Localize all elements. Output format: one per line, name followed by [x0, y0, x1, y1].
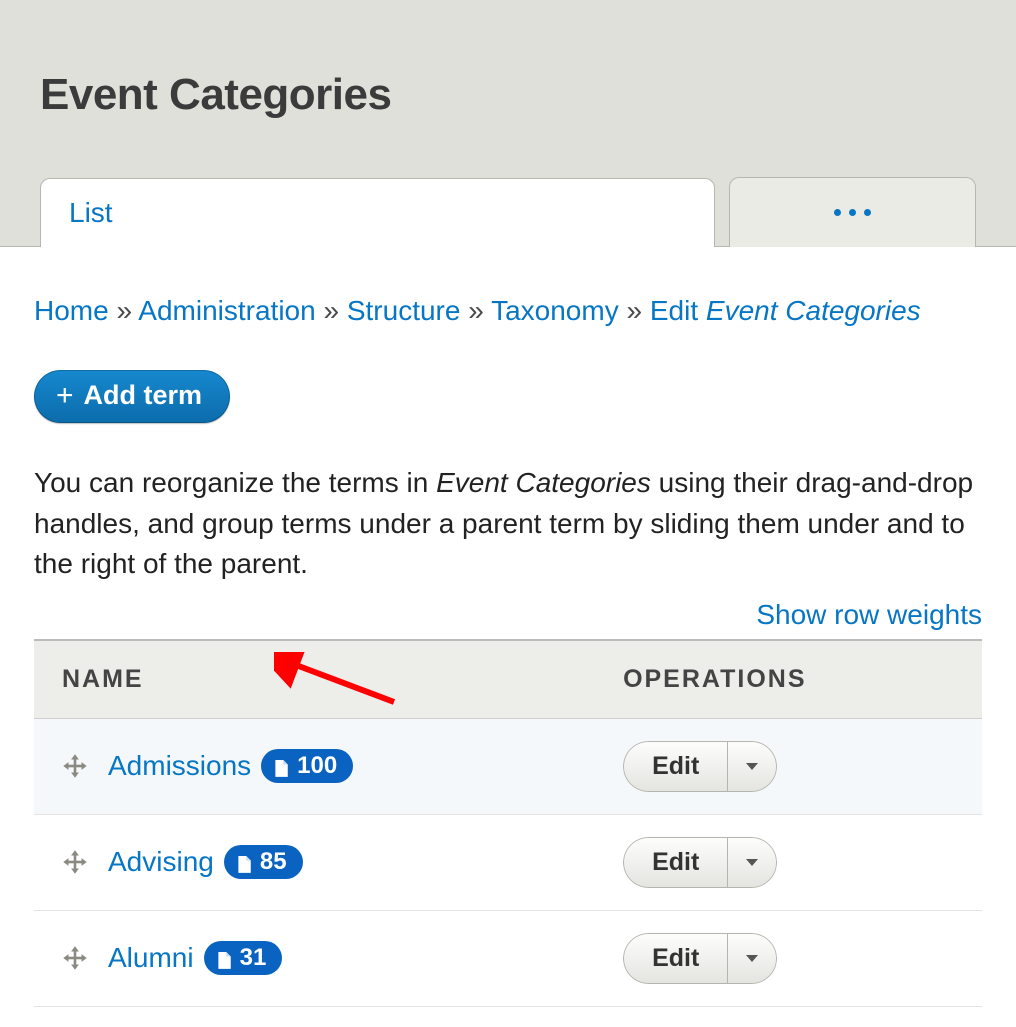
- operations-dropdown-toggle[interactable]: [727, 837, 777, 888]
- help-text: You can reorganize the terms in Event Ca…: [34, 463, 982, 585]
- term-link[interactable]: Alumni: [108, 942, 194, 973]
- breadcrumb-home[interactable]: Home: [34, 295, 109, 326]
- table-row: Admissions 100 Edit: [34, 718, 982, 814]
- file-icon: [236, 853, 252, 871]
- operations-dropdown-toggle[interactable]: [727, 741, 777, 792]
- breadcrumb-current[interactable]: Edit Event Categories: [650, 295, 921, 326]
- ellipsis-icon: [834, 209, 871, 216]
- cell-operations: Edit: [595, 910, 982, 1006]
- cell-name: Alumni 31: [34, 910, 595, 1006]
- edit-button[interactable]: Edit: [623, 837, 727, 888]
- column-operations: OPERATIONS: [595, 640, 982, 719]
- count-badge: 85: [224, 845, 303, 879]
- drag-handle-icon[interactable]: [62, 753, 88, 779]
- help-pre: You can reorganize the terms in: [34, 467, 436, 498]
- tab-list[interactable]: List: [40, 178, 715, 247]
- chevron-down-icon: [746, 859, 758, 866]
- operations-button-group: Edit: [623, 741, 777, 792]
- chevron-down-icon: [746, 955, 758, 962]
- operations-button-group: Edit: [623, 837, 777, 888]
- cell-operations: Edit: [595, 814, 982, 910]
- breadcrumb-sep: »: [468, 295, 484, 326]
- terms-table: NAME OPERATIONS Admissions100EditAdvisin…: [34, 639, 982, 1007]
- breadcrumb-sep: »: [116, 295, 132, 326]
- breadcrumb-current-prefix: Edit: [650, 295, 698, 326]
- page-header: Event Categories List: [0, 0, 1016, 247]
- count-badge: 31: [204, 941, 283, 975]
- drag-handle-icon[interactable]: [62, 849, 88, 875]
- cell-name: Admissions 100: [34, 718, 595, 814]
- help-em: Event Categories: [436, 467, 651, 498]
- file-icon: [216, 949, 232, 967]
- table-row: Advising 85 Edit: [34, 814, 982, 910]
- count-value: 100: [297, 752, 337, 780]
- term-link[interactable]: Admissions: [108, 750, 251, 781]
- file-icon: [273, 757, 289, 775]
- cell-name: Advising 85: [34, 814, 595, 910]
- cell-operations: Edit: [595, 718, 982, 814]
- breadcrumb-administration[interactable]: Administration: [138, 295, 315, 326]
- drag-handle-icon[interactable]: [62, 945, 88, 971]
- count-value: 85: [260, 848, 287, 876]
- chevron-down-icon: [746, 763, 758, 770]
- tabs: List: [40, 176, 976, 246]
- breadcrumb: Home » Administration » Structure » Taxo…: [34, 291, 982, 330]
- show-row-weights-wrap: Show row weights: [34, 599, 982, 631]
- count-value: 31: [240, 944, 267, 972]
- edit-button[interactable]: Edit: [623, 741, 727, 792]
- page-title: Event Categories: [40, 70, 976, 120]
- column-name: NAME: [34, 640, 595, 719]
- count-badge: 100: [261, 749, 353, 783]
- tab-list-label[interactable]: List: [69, 197, 113, 228]
- add-term-button[interactable]: + Add term: [34, 370, 230, 423]
- plus-icon: +: [56, 386, 74, 406]
- add-term-label: Add term: [84, 380, 203, 411]
- term-link[interactable]: Advising: [108, 846, 214, 877]
- breadcrumb-current-em: Event Categories: [706, 295, 921, 326]
- breadcrumb-sep: »: [627, 295, 643, 326]
- breadcrumb-sep: »: [323, 295, 339, 326]
- tab-overflow-menu[interactable]: [729, 177, 976, 247]
- show-row-weights-link[interactable]: Show row weights: [756, 599, 982, 630]
- breadcrumb-taxonomy[interactable]: Taxonomy: [491, 295, 619, 326]
- breadcrumb-structure[interactable]: Structure: [347, 295, 461, 326]
- table-row: Alumni 31 Edit: [34, 910, 982, 1006]
